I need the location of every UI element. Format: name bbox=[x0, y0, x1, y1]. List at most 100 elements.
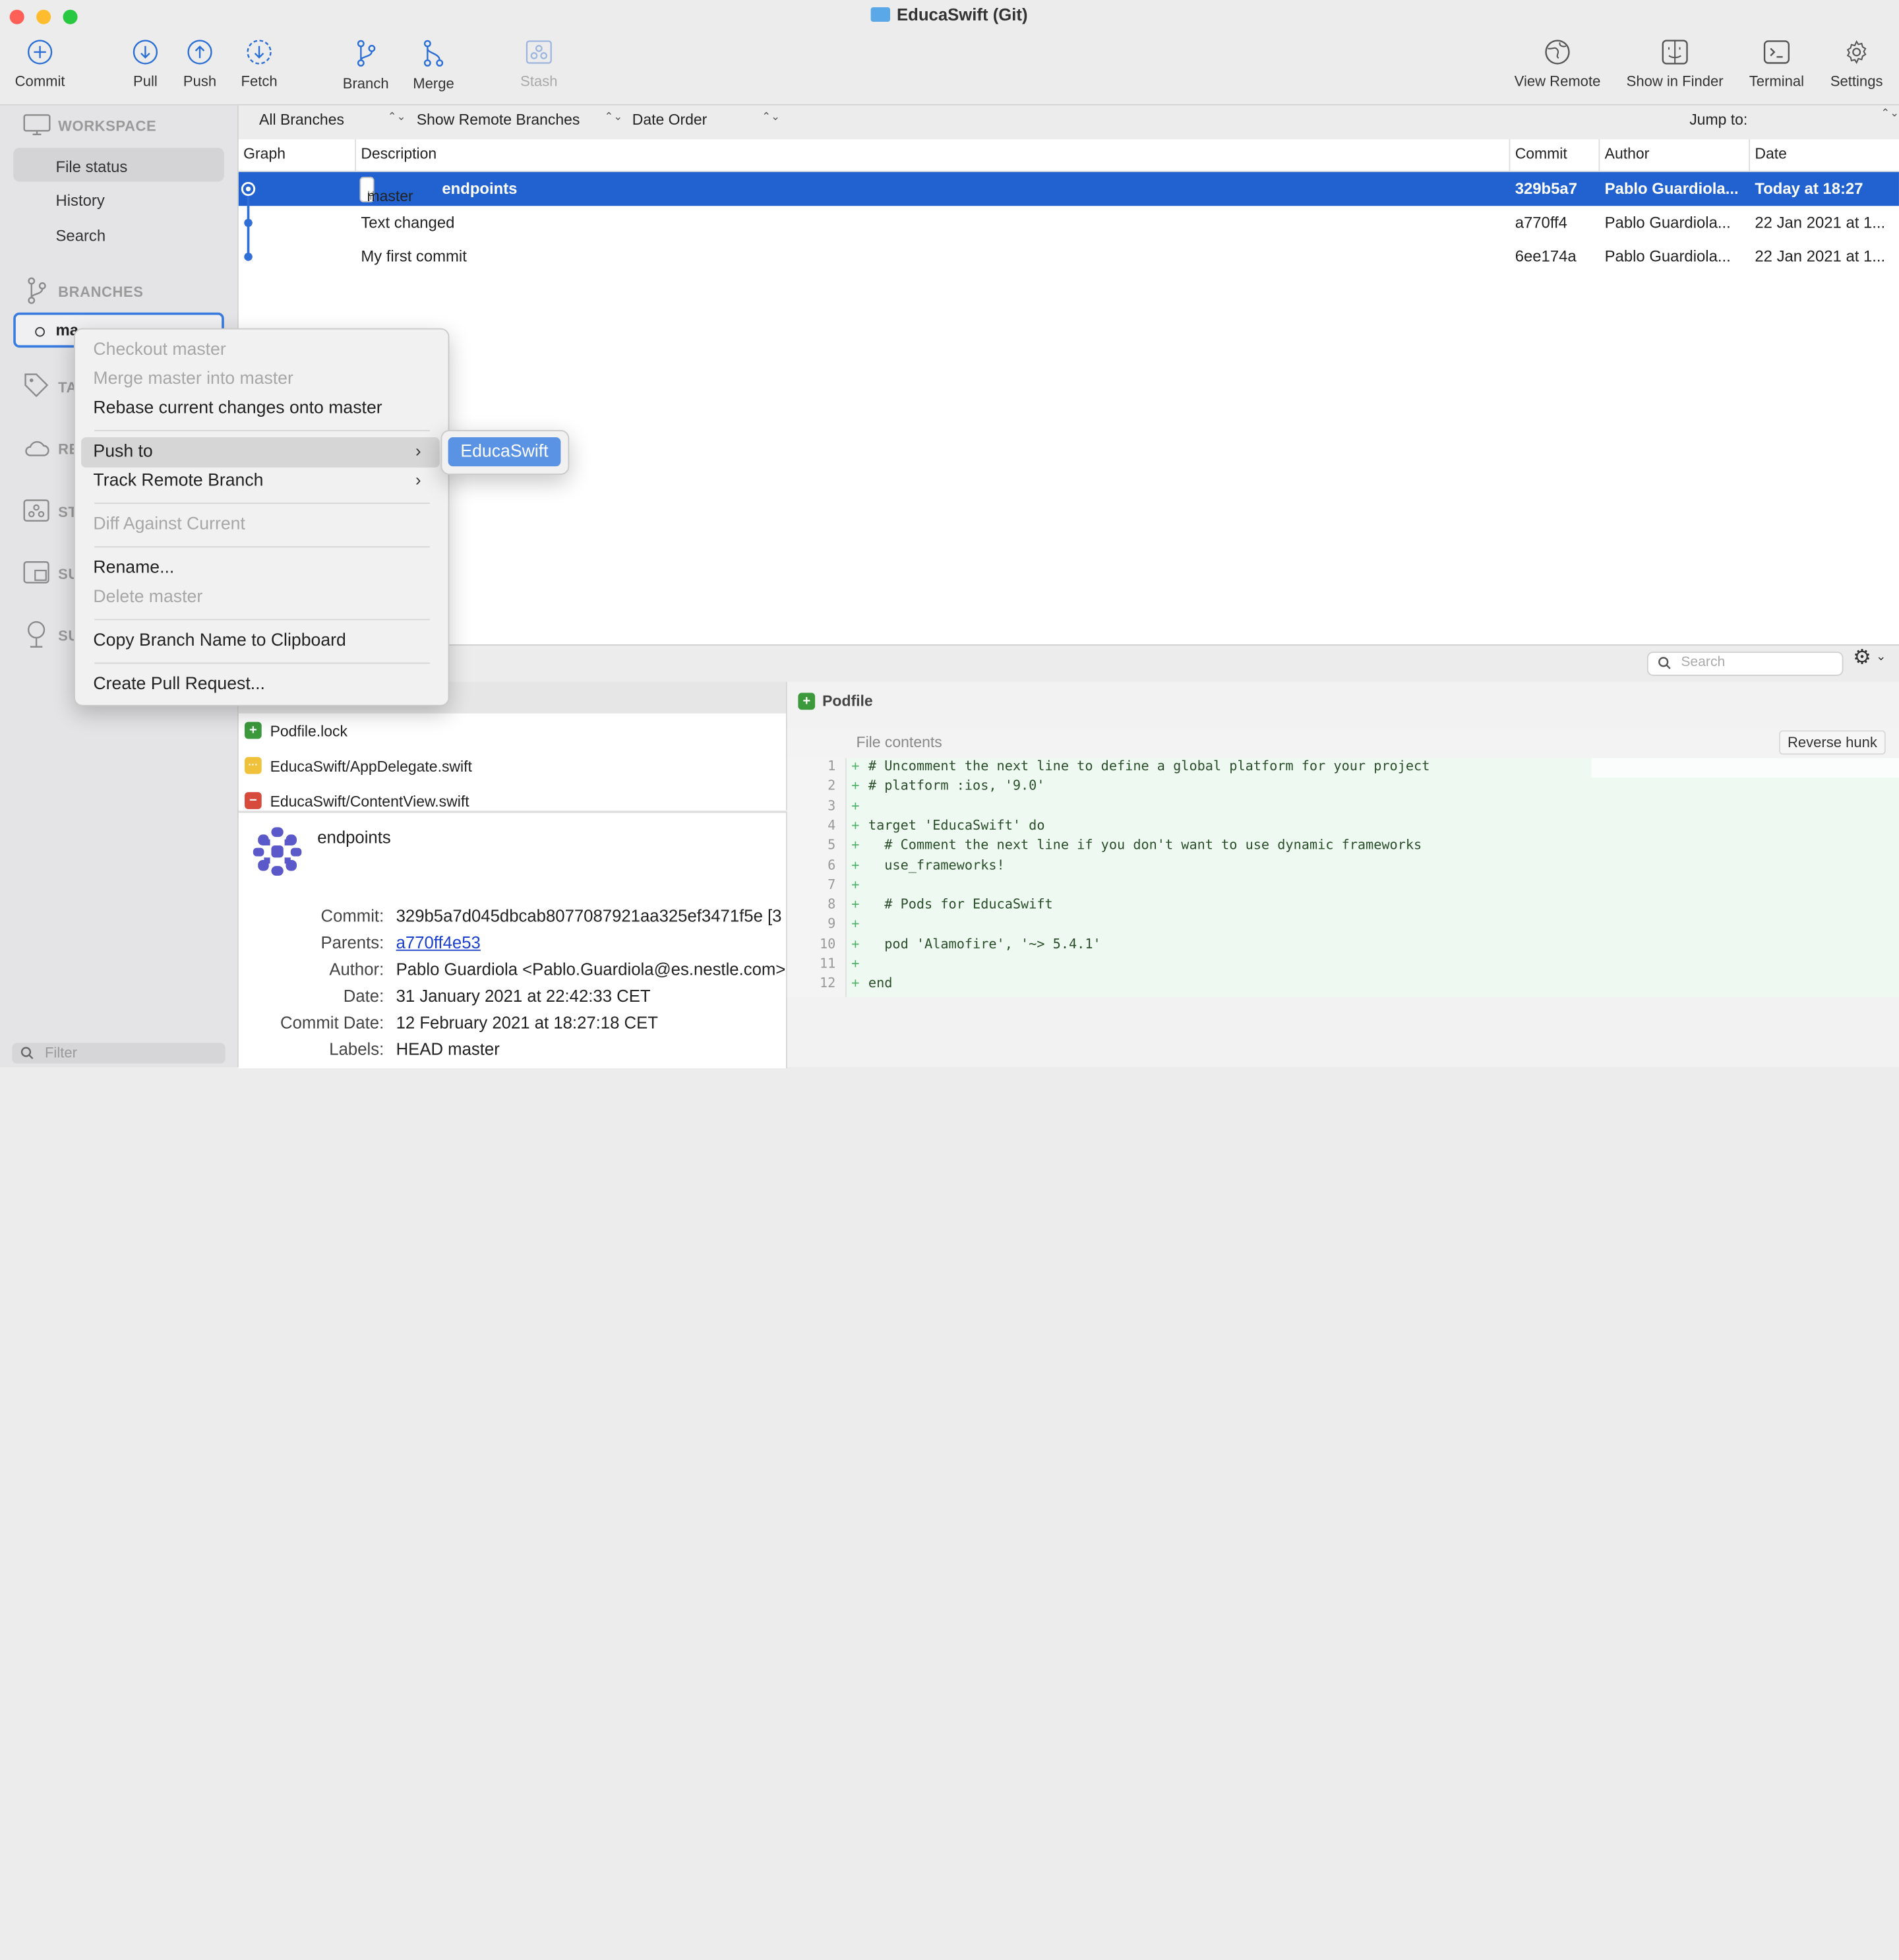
search-icon bbox=[20, 1047, 34, 1060]
menu-item-diff[interactable]: Diff Against Current bbox=[93, 515, 245, 534]
menu-item-push-to[interactable]: Push to bbox=[93, 442, 152, 461]
diff-line: 1 + # Uncomment the next line to define a … bbox=[828, 758, 1430, 774]
order-select[interactable]: Date Order ⌃⌄ bbox=[632, 110, 780, 129]
branch-button[interactable]: Branch bbox=[340, 39, 391, 92]
history-filter-bar: All Branches ⌃⌄ Show Remote Branches ⌃⌄ Da… bbox=[238, 105, 1899, 141]
merge-icon bbox=[423, 40, 444, 67]
hunk-header: File contents Reverse hunk bbox=[787, 727, 1899, 760]
cloud-icon bbox=[25, 441, 49, 456]
stash-icon bbox=[526, 40, 552, 64]
filter-input[interactable]: Filter bbox=[12, 1043, 226, 1064]
diff-line: 8 + # Pods for EducaSwift bbox=[828, 896, 1053, 913]
column-description[interactable]: Description bbox=[361, 145, 437, 162]
parent-commit-link[interactable]: a770ff4e53 bbox=[396, 933, 481, 952]
commit-list: ⑂ master endpoints 329b5a7 Pablo Guardio… bbox=[238, 171, 1899, 645]
menu-item-copy-branch-name[interactable]: Copy Branch Name to Clipboard bbox=[93, 631, 346, 650]
column-divider bbox=[1509, 139, 1511, 171]
details-author-label: Author: bbox=[329, 959, 384, 979]
settings-button[interactable]: Settings bbox=[1826, 39, 1887, 90]
details-date-label: Date: bbox=[343, 985, 384, 1006]
fetch-label: Fetch bbox=[241, 73, 278, 90]
sidebar-item-file-status[interactable]: File status bbox=[55, 158, 127, 176]
menu-item-checkout[interactable]: Checkout master bbox=[93, 340, 226, 359]
commit-details: endpoints Commit: 329b5a7d045dbcab807708… bbox=[238, 811, 787, 1068]
filter-placeholder: Filter bbox=[44, 1044, 77, 1061]
file-row[interactable]: + Podfile.lock bbox=[239, 715, 786, 749]
diff-view: + Podfile File contents Reverse hunk 1 + #… bbox=[787, 682, 1899, 1068]
sidebar-item-search[interactable]: Search bbox=[55, 226, 106, 245]
view-remote-button[interactable]: View Remote bbox=[1509, 39, 1606, 90]
terminal-button[interactable]: Terminal bbox=[1744, 39, 1809, 90]
chevron-updown-icon: ⌃⌄ bbox=[762, 110, 781, 123]
column-commit[interactable]: Commit bbox=[1515, 145, 1567, 162]
pull-button[interactable]: Pull bbox=[125, 39, 166, 90]
diff-line: 9 + bbox=[828, 916, 860, 933]
menu-item-merge[interactable]: Merge master into master bbox=[93, 369, 293, 388]
column-author[interactable]: Author bbox=[1605, 145, 1650, 162]
commit-date: Today at 18:27 bbox=[1755, 179, 1863, 198]
menu-item-track-remote[interactable]: Track Remote Branch bbox=[93, 471, 263, 490]
branches-icon bbox=[28, 277, 46, 304]
branch-context-menu: Checkout master Merge master into master… bbox=[74, 328, 450, 706]
menu-item-create-pull-request[interactable]: Create Pull Request... bbox=[93, 675, 265, 694]
menu-item-rebase[interactable]: Rebase current changes onto master bbox=[93, 398, 382, 417]
details-commit-date-label: Commit Date: bbox=[280, 1012, 384, 1032]
branch-dot-icon bbox=[35, 326, 45, 337]
pull-label: Pull bbox=[133, 73, 158, 90]
column-graph[interactable]: Graph bbox=[243, 145, 286, 162]
merge-button[interactable]: Merge bbox=[409, 39, 458, 92]
chevron-right-icon: › bbox=[415, 470, 421, 489]
menu-item-rename[interactable]: Rename... bbox=[93, 559, 174, 578]
commit-graph bbox=[241, 181, 256, 261]
gear-menu-button[interactable]: ⚙ ⌄ bbox=[1853, 646, 1889, 670]
jump-to-select[interactable]: Jump to: ⌃⌄ bbox=[1689, 107, 1899, 129]
commit-row[interactable]: ⑂ master endpoints 329b5a7 Pablo Guardio… bbox=[238, 171, 1899, 206]
diff-line: 10 + pod 'Alamofire', '~> 5.4.1' bbox=[819, 936, 1101, 952]
menu-item-delete[interactable]: Delete master bbox=[93, 588, 202, 607]
commit-label: Commit bbox=[15, 73, 65, 90]
chevron-updown-icon: ⌃⌄ bbox=[387, 110, 406, 123]
finder-icon bbox=[1662, 40, 1688, 65]
column-divider bbox=[355, 139, 356, 171]
branches-select[interactable]: All Branches ⌃⌄ bbox=[259, 110, 406, 129]
commit-date: 22 Jan 2021 at 1... bbox=[1755, 213, 1886, 231]
stashes-icon bbox=[23, 499, 49, 522]
file-row[interactable]: ··· EducaSwift/AppDelegate.swift bbox=[239, 750, 786, 783]
file-name: EducaSwift/AppDelegate.swift bbox=[270, 758, 472, 776]
submenu-item-educaswift[interactable]: EducaSwift bbox=[448, 437, 561, 467]
merge-label: Merge bbox=[413, 75, 454, 92]
menu-separator bbox=[94, 662, 431, 664]
commit-hash: 6ee174a bbox=[1515, 247, 1577, 266]
settings-label: Settings bbox=[1830, 73, 1883, 90]
file-added-icon: + bbox=[798, 692, 816, 710]
terminal-label: Terminal bbox=[1749, 73, 1805, 90]
commit-author: Pablo Guardiola... bbox=[1604, 247, 1731, 266]
commit-date: 22 Jan 2021 at 1... bbox=[1755, 247, 1886, 266]
chevron-updown-icon: ⌃⌄ bbox=[604, 110, 623, 123]
column-date[interactable]: Date bbox=[1755, 145, 1787, 162]
show-in-finder-button[interactable]: Show in Finder bbox=[1621, 39, 1730, 90]
column-divider bbox=[1749, 139, 1751, 171]
commit-row[interactable]: My first commit 6ee174a Pablo Guardiola.… bbox=[239, 240, 1899, 274]
remote-branches-select[interactable]: Show Remote Branches ⌃⌄ bbox=[417, 110, 622, 129]
commit-column-headers: Graph Description Commit Author Date bbox=[238, 139, 1899, 172]
diff-file-header: + Podfile bbox=[787, 682, 1899, 719]
diff-line: 5 + # Comment the next line if you don't … bbox=[828, 837, 1422, 853]
menu-separator bbox=[94, 619, 431, 621]
graph-node bbox=[244, 253, 253, 261]
search-input[interactable]: Search bbox=[1646, 652, 1844, 676]
commit-row[interactable]: Text changed a770ff4 Pablo Guardiola... … bbox=[239, 206, 1899, 239]
commit-button[interactable]: Commit bbox=[12, 39, 67, 90]
folder-icon bbox=[871, 7, 891, 22]
reverse-hunk-button[interactable]: Reverse hunk bbox=[1779, 730, 1886, 755]
fetch-button[interactable]: Fetch bbox=[235, 39, 283, 90]
push-button[interactable]: Push bbox=[179, 39, 220, 90]
sidebar-item-history[interactable]: History bbox=[55, 191, 104, 210]
graph-node bbox=[244, 218, 253, 228]
chevron-down-icon: ⌄ bbox=[1876, 650, 1886, 664]
monitor-icon bbox=[23, 114, 51, 136]
details-labels: HEAD master bbox=[396, 1039, 500, 1059]
stash-button[interactable]: Stash bbox=[515, 39, 563, 90]
details-labels-label: Labels: bbox=[329, 1039, 384, 1059]
file-removed-icon: − bbox=[245, 792, 262, 809]
